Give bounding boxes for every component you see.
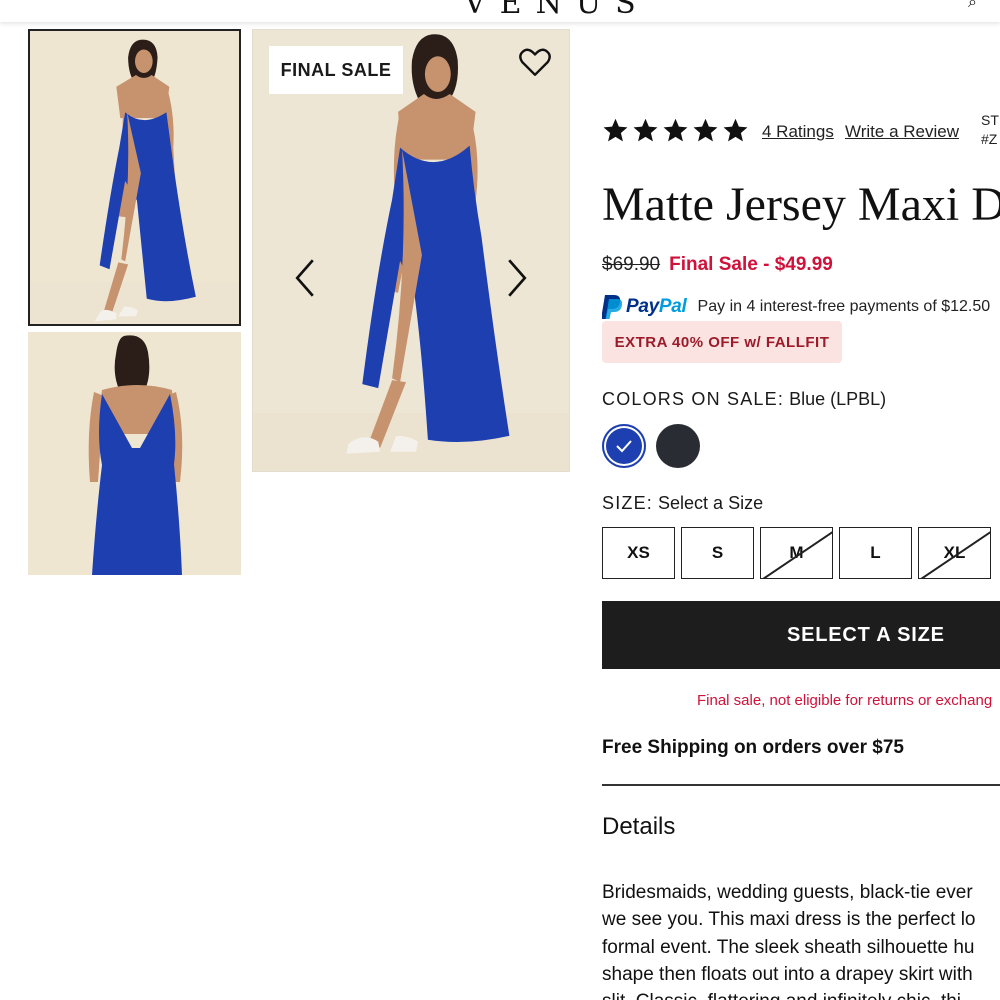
description-line: we see you. This maxi dress is the perfe… [602, 909, 976, 931]
final-sale-badge: FINAL SALE [269, 46, 403, 94]
style-number-line2: #Z [981, 131, 998, 147]
check-icon [616, 440, 632, 453]
size-xs-button[interactable]: XS [602, 527, 675, 579]
paypal-logo: PayPal [626, 296, 687, 318]
style-number-line1: ST [981, 112, 999, 128]
size-xl-button[interactable]: XL [918, 527, 991, 579]
heart-icon[interactable] [519, 46, 551, 78]
star-icon [723, 118, 748, 142]
product-description: Bridesmaids, wedding guests, black-tie e… [602, 879, 1000, 1000]
paypal-logo-pal: Pal [658, 296, 687, 317]
divider [602, 784, 1000, 786]
price-row: $69.90 Final Sale - $49.99 [602, 254, 833, 276]
search-icon[interactable]: ⌕ [968, 0, 977, 12]
thumbnail-front[interactable] [28, 29, 241, 326]
style-number: ST #Z [981, 111, 999, 149]
paypal-logo-pay: Pay [626, 296, 659, 317]
chevron-left-icon[interactable] [291, 258, 319, 298]
colors-label-key: COLORS ON SALE: [602, 389, 785, 409]
size-label-key: SIZE: [602, 493, 654, 513]
paypal-installments[interactable]: PayPal Pay in 4 interest-free payments o… [602, 294, 990, 320]
main-product-image[interactable]: FINAL SALE [252, 29, 570, 472]
final-sale-note: Final sale, not eligible for returns or … [697, 692, 993, 709]
sale-price: Final Sale - $49.99 [669, 254, 833, 275]
description-line: shape then floats out into a drapey skir… [602, 963, 973, 985]
site-logo[interactable]: VENUS [464, 0, 650, 21]
size-m-button[interactable]: M [760, 527, 833, 579]
star-icon [693, 118, 718, 142]
description-line: slit. Classic, flattering and infinitely… [602, 988, 1000, 1000]
rating-stars[interactable] [602, 117, 749, 144]
star-icon [633, 118, 658, 142]
size-l-button[interactable]: L [839, 527, 912, 579]
paypal-icon [602, 295, 622, 319]
dress-back-photo [28, 332, 241, 575]
dress-main-photo [253, 30, 569, 471]
color-swatch-blue[interactable] [602, 424, 646, 468]
site-header: VENUS ⌕ [0, 0, 1000, 22]
thumbnail-back[interactable] [28, 332, 241, 575]
select-size-button[interactable]: SELECT A SIZE [602, 601, 1000, 669]
paypal-text: Pay in 4 interest-free payments of $12.5… [697, 298, 991, 315]
colors-label: COLORS ON SALE: Blue (LPBL) [602, 389, 886, 410]
star-icon [663, 118, 688, 142]
selected-size: Select a Size [658, 493, 764, 513]
free-shipping-note: Free Shipping on orders over $75 [602, 737, 904, 758]
heart-icon-glyph [519, 48, 551, 76]
description-line: Bridesmaids, wedding guests, black-tie e… [602, 882, 973, 903]
promo-code-badge: EXTRA 40% OFF w/ FALLFIT [602, 321, 842, 363]
details-heading[interactable]: Details [602, 813, 675, 841]
product-title: Matte Jersey Maxi D [602, 178, 1000, 231]
size-options: XS S M L XL [602, 527, 991, 579]
size-label: SIZE: Select a Size [602, 493, 763, 514]
size-s-button[interactable]: S [681, 527, 754, 579]
original-price: $69.90 [602, 254, 661, 275]
selected-color: Blue (LPBL) [789, 389, 887, 409]
star-icon [603, 118, 628, 142]
description-line: formal event. The sleek sheath silhouett… [602, 936, 975, 958]
ratings-link[interactable]: 4 Ratings [762, 122, 834, 142]
chevron-right-icon[interactable] [503, 258, 531, 298]
color-swatch-black[interactable] [656, 424, 700, 468]
write-review-link[interactable]: Write a Review [845, 122, 959, 142]
dress-front-photo [30, 31, 239, 324]
